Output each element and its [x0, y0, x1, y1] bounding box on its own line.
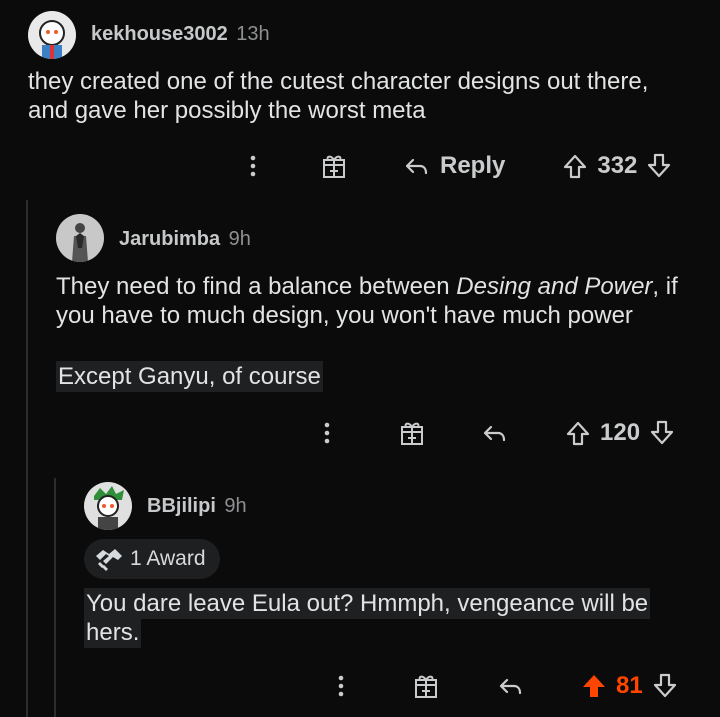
more-vertical-icon[interactable]: [238, 152, 268, 180]
reply-button[interactable]: Reply: [440, 152, 505, 180]
comment-line: hers.: [84, 617, 684, 648]
comment-line: they created one of the cutest character…: [28, 68, 649, 95]
upvote-icon[interactable]: [564, 419, 592, 447]
thread-line-level1[interactable]: [26, 200, 28, 717]
award-count: 1 Award: [130, 547, 206, 570]
highlighted-text: You dare leave Eula out? Hmmph, vengeanc…: [84, 588, 651, 619]
username[interactable]: Jarubimba: [119, 228, 220, 250]
comment-header: BBjilipi 9h: [147, 495, 247, 518]
upvote-icon[interactable]: [561, 152, 589, 180]
italic-text: Desing and Power: [456, 273, 653, 300]
highlighted-text: hers.: [84, 617, 142, 648]
downvote-icon[interactable]: [648, 419, 676, 447]
timestamp: 9h: [224, 495, 247, 517]
comment-line: you have to much design, you won't have …: [56, 302, 633, 329]
gift-award-icon[interactable]: [320, 152, 348, 180]
gift-award-icon[interactable]: [398, 419, 426, 447]
comment-actions: Reply 332: [238, 148, 698, 184]
username[interactable]: kekhouse3002: [91, 23, 228, 45]
vote-count: 120: [600, 419, 641, 446]
quote-block: Except Ganyu, of course: [56, 361, 323, 392]
downvote-icon[interactable]: [651, 672, 679, 700]
avatar[interactable]: [28, 11, 76, 59]
comment-line: They need to find a balance between Desi…: [56, 272, 716, 301]
handshake-award-icon: [94, 546, 124, 572]
avatar[interactable]: [84, 482, 132, 530]
comment-line: You dare leave Eula out? Hmmph, vengeanc…: [84, 588, 684, 619]
text-run: They need to find a balance between: [56, 273, 457, 300]
reply-arrow-icon[interactable]: [480, 419, 508, 447]
more-vertical-icon[interactable]: [312, 419, 342, 447]
comment-actions: 81: [326, 668, 698, 704]
comment-header: kekhouse3002 13h: [91, 23, 270, 46]
avatar-image: [28, 11, 76, 59]
comment-body: they created one of the cutest character…: [28, 67, 708, 125]
reply-arrow-icon[interactable]: [402, 152, 430, 180]
timestamp: 13h: [236, 23, 270, 45]
timestamp: 9h: [228, 228, 251, 250]
comment-actions: 120: [312, 415, 698, 451]
comment-header: Jarubimba 9h: [119, 228, 251, 251]
award-badge[interactable]: 1 Award: [84, 539, 220, 579]
more-vertical-icon[interactable]: [326, 672, 356, 700]
comment-line: and gave her possibly the worst meta: [28, 97, 426, 124]
text-run: , if: [652, 273, 678, 300]
avatar[interactable]: [56, 214, 104, 262]
gift-award-icon[interactable]: [412, 672, 440, 700]
thread-line-level2[interactable]: [54, 478, 56, 717]
avatar-image: [56, 214, 104, 262]
vote-count: 81: [616, 672, 643, 699]
reply-arrow-icon[interactable]: [496, 672, 524, 700]
comment-body: You dare leave Eula out? Hmmph, vengeanc…: [84, 588, 684, 648]
comment-body: They need to find a balance between Desi…: [56, 272, 716, 330]
quote-text: Except Ganyu, of course: [56, 361, 323, 392]
avatar-image: [84, 482, 132, 530]
username[interactable]: BBjilipi: [147, 495, 216, 517]
vote-count: 332: [597, 152, 638, 179]
downvote-icon[interactable]: [645, 152, 673, 180]
upvote-icon[interactable]: [580, 672, 608, 700]
